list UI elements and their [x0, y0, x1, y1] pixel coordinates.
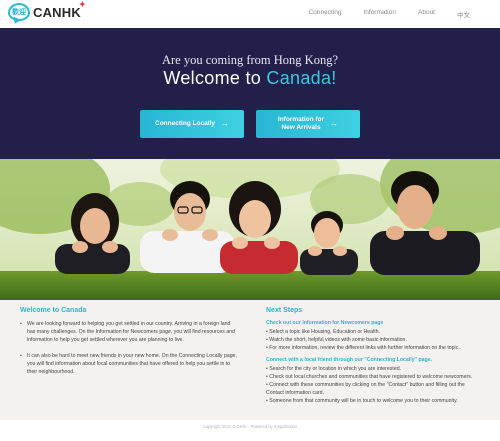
site-logo[interactable]: 歡迎 CANHK ✦	[8, 0, 86, 21]
list-item: • Watch the short, helpful videos with s…	[266, 337, 407, 344]
connecting-locally-button[interactable]: Connecting Locally →	[140, 110, 244, 138]
button-label: Connecting Locally	[155, 119, 215, 127]
hero-title-accent: Canada!	[266, 68, 337, 88]
logo-text: CANHK ✦	[33, 0, 86, 20]
welcome-column: Welcome to Canada We are looking forward…	[20, 307, 238, 384]
connecting-locally-link-heading[interactable]: Connect with a local friend through our …	[266, 357, 481, 363]
button-label-line2: New Arrivals	[281, 124, 321, 131]
nav-link-information[interactable]: Information	[363, 9, 396, 19]
welcome-list: We are looking forward to helping you ge…	[20, 320, 238, 376]
hero-title: Welcome to Canada!	[0, 68, 500, 89]
content-section: Welcome to Canada We are looking forward…	[0, 300, 500, 420]
welcome-title: Welcome to Canada	[20, 307, 87, 314]
list-item: • Connect with these communities by clic…	[266, 382, 465, 397]
list-item: • Select a topic like Housing, Education…	[266, 329, 380, 335]
list-item: • Search for the city or location in whi…	[266, 366, 402, 373]
copyright-text: Copyright 2021 CANHK · Powered by Kingdo…	[202, 424, 298, 429]
star-icon: ✦	[79, 0, 86, 9]
site-header: 歡迎 CANHK ✦ Connecting Information About …	[0, 0, 500, 28]
next-steps-column: Next Steps Check out our Information for…	[266, 307, 481, 406]
nav-link-about[interactable]: About	[418, 9, 435, 19]
welcome-paragraph: We are looking forward to helping you ge…	[20, 320, 238, 344]
logo-glyph: 歡迎	[12, 7, 26, 16]
site-footer: Copyright 2021 CANHK · Powered by Kingdo…	[0, 420, 500, 441]
nav-link-connecting[interactable]: Connecting	[309, 9, 342, 19]
main-nav: Connecting Information About 中文	[287, 9, 470, 19]
next-steps-title: Next Steps	[266, 307, 303, 314]
list-item: • Check out local churches and communiti…	[266, 374, 473, 381]
nav-link-language[interactable]: 中文	[457, 9, 470, 19]
family-photo	[0, 159, 500, 300]
button-label-line1: Information for	[277, 115, 325, 123]
list-item: • Someone from that community will be in…	[266, 398, 458, 405]
arrow-right-icon: →	[219, 118, 229, 129]
hero-title-prefix: Welcome to	[163, 68, 267, 88]
button-label: Information for New Arrivals	[278, 116, 324, 132]
newcomers-link-heading[interactable]: Check out our Information for Newcomers …	[266, 320, 481, 326]
information-for-new-arrivals-button[interactable]: Information for New Arrivals →	[256, 110, 360, 138]
welcome-paragraph: It can also be hard to meet new friends …	[20, 352, 238, 376]
family-photo-illustration	[0, 159, 500, 300]
hero-banner: Are you coming from Hong Kong? Welcome t…	[0, 28, 500, 159]
hero-subtitle: Are you coming from Hong Kong?	[161, 53, 338, 67]
brand-name: CANHK	[33, 4, 81, 20]
speech-bubble-icon: 歡迎	[8, 3, 30, 21]
list-item: • For more information, review the diffe…	[266, 345, 462, 352]
arrow-right-icon: →	[329, 118, 339, 129]
